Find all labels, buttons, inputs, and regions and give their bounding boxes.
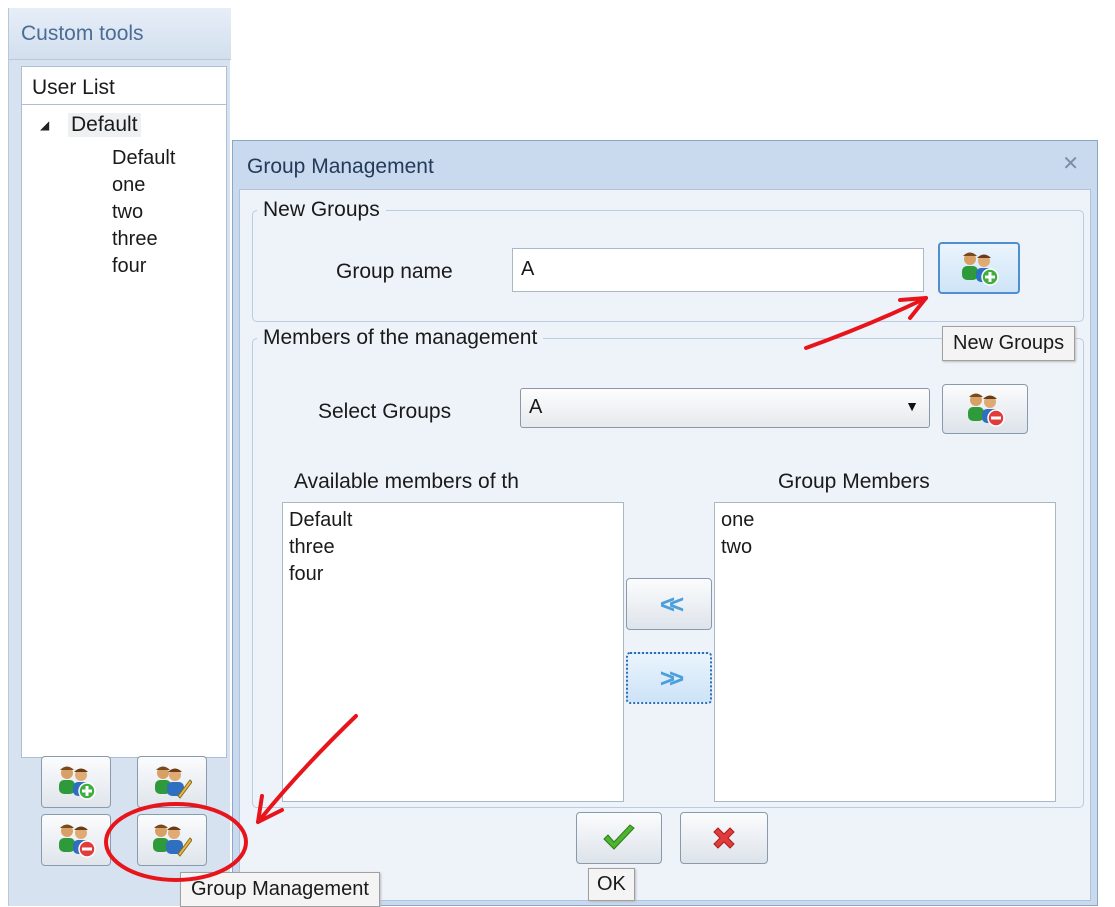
list-item[interactable]: three xyxy=(289,534,617,561)
available-members-header: Available members of th xyxy=(294,470,519,493)
user-tree[interactable]: ◢ Default Default one two three four xyxy=(21,104,227,758)
move-left-button[interactable]: << xyxy=(626,578,712,630)
remove-user-icon xyxy=(59,824,96,858)
close-icon[interactable]: ✕ xyxy=(1062,151,1079,176)
selected-group-value: A xyxy=(529,396,543,418)
tree-node-default[interactable]: ◢ Default xyxy=(40,113,141,137)
cancel-button[interactable] xyxy=(680,812,768,864)
cross-icon xyxy=(713,827,735,849)
group-members-list[interactable]: one two xyxy=(714,502,1056,802)
add-user-icon xyxy=(59,766,96,800)
list-item[interactable]: Default xyxy=(289,507,617,534)
ok-tooltip: OK xyxy=(588,868,635,901)
edit-user-icon xyxy=(155,766,192,799)
group-management-dialog: Group Management ✕ New Groups Group name… xyxy=(232,140,1098,906)
delete-group-icon xyxy=(968,393,1005,427)
add-group-button[interactable] xyxy=(938,242,1020,294)
collapse-triangle-icon[interactable]: ◢ xyxy=(40,118,68,132)
group-name-input[interactable]: A xyxy=(512,248,924,292)
panel-header: Custom tools xyxy=(9,8,231,60)
add-user-button[interactable] xyxy=(41,756,111,808)
custom-tools-panel: Custom tools User List ◢ Default Default… xyxy=(8,8,231,906)
new-groups-tooltip: New Groups xyxy=(942,326,1076,361)
user-list-header: User List xyxy=(21,66,227,104)
dialog-body: New Groups Group name A Members of the m… xyxy=(239,189,1091,901)
tree-node-label[interactable]: Default xyxy=(68,113,141,137)
tree-item[interactable]: one xyxy=(112,172,175,199)
list-item[interactable]: four xyxy=(289,561,617,588)
group-management-icon xyxy=(153,824,192,857)
members-legend: Members of the management xyxy=(263,326,538,349)
dialog-title: Group Management xyxy=(247,155,434,178)
tree-item[interactable]: two xyxy=(112,199,175,226)
group-members-header: Group Members xyxy=(778,470,930,493)
edit-user-button[interactable] xyxy=(137,756,207,808)
group-management-button[interactable] xyxy=(137,814,207,866)
tree-item[interactable]: Default xyxy=(112,145,175,172)
delete-group-button[interactable] xyxy=(942,384,1028,434)
tree-children: Default one two three four xyxy=(112,145,175,280)
select-groups-combobox[interactable]: A ▼ xyxy=(520,388,930,428)
select-groups-label: Select Groups xyxy=(318,400,452,423)
double-chevron-right-icon: >> xyxy=(659,662,685,693)
list-item[interactable]: one xyxy=(721,507,1049,534)
move-right-button[interactable]: >> xyxy=(626,652,712,704)
checkmark-icon xyxy=(603,824,635,850)
group-management-tooltip: Group Management xyxy=(180,872,380,907)
ok-button[interactable] xyxy=(576,812,662,864)
tree-item[interactable]: three xyxy=(112,226,175,253)
tree-item[interactable]: four xyxy=(112,253,175,280)
new-groups-legend: New Groups xyxy=(263,198,380,221)
add-group-icon xyxy=(962,252,999,286)
list-item[interactable]: two xyxy=(721,534,1049,561)
dropdown-arrow-icon[interactable]: ▼ xyxy=(905,398,919,414)
remove-user-button[interactable] xyxy=(41,814,111,866)
available-members-list[interactable]: Default three four xyxy=(282,502,624,802)
group-name-label: Group name xyxy=(336,260,453,283)
double-chevron-left-icon: << xyxy=(659,588,685,619)
